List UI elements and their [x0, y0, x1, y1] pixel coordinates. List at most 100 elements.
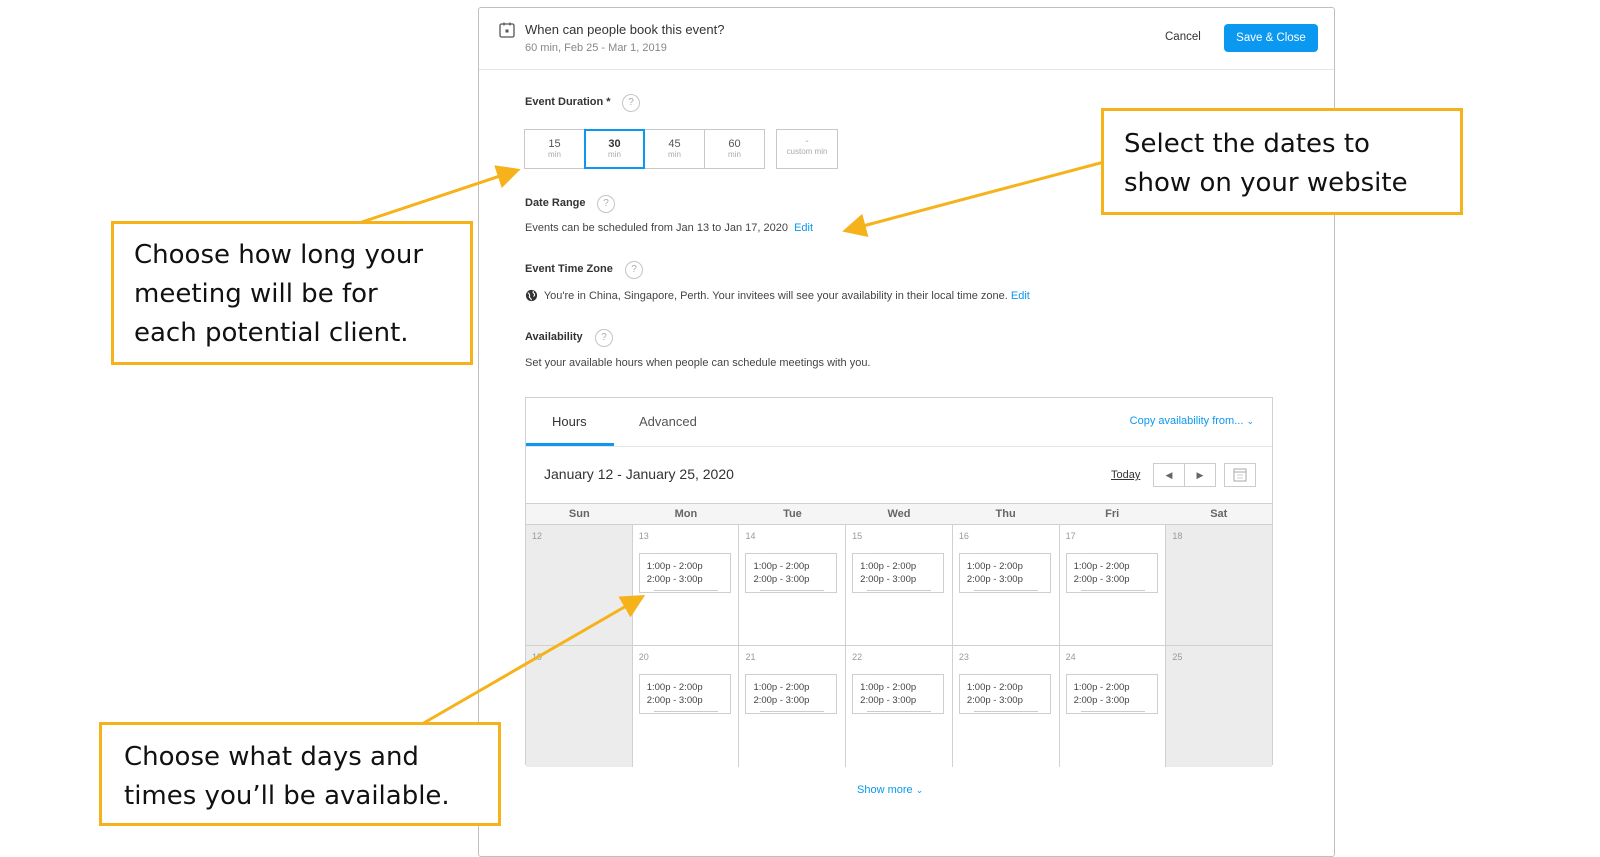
- calendar-range-title: January 12 - January 25, 2020: [544, 466, 734, 482]
- time-zone-label: Event Time Zone: [525, 263, 613, 275]
- time-slot-block[interactable]: 1:00p - 2:00p 2:00p - 3:00p: [1065, 674, 1158, 714]
- arrow-right-icon: [1086, 674, 1151, 675]
- date-range-text: Events can be scheduled from Jan 13 to J…: [525, 222, 788, 234]
- calendar-day[interactable]: 23 1:00p - 2:00p 2:00p - 3:00p: [952, 646, 1060, 767]
- arrow-right-icon: [873, 553, 938, 554]
- calendar-day[interactable]: 16 1:00p - 2:00p 2:00p - 3:00p: [952, 525, 1060, 645]
- date-range-help-icon[interactable]: ?: [597, 195, 615, 213]
- duration-option-45[interactable]: 45 min: [644, 129, 705, 169]
- chevron-down-icon: ⌄: [1246, 416, 1254, 426]
- duration-unit: min: [608, 150, 621, 159]
- duration-custom-input[interactable]: - custom min: [776, 129, 838, 169]
- page-title: When can people book this event?: [525, 22, 725, 37]
- duration-option-30[interactable]: 30 min: [584, 129, 645, 169]
- calendar-day-unavailable[interactable]: 18: [1166, 525, 1273, 645]
- arrow-right-icon: [659, 553, 724, 554]
- time-slot-block[interactable]: 1:00p - 2:00p 2:00p - 3:00p: [958, 674, 1051, 714]
- save-close-button[interactable]: Save & Close: [1224, 24, 1318, 52]
- time-slot: 1:00p - 2:00p: [1073, 561, 1130, 572]
- calendar-day[interactable]: 24 1:00p - 2:00p 2:00p - 3:00p: [1059, 646, 1167, 767]
- today-button[interactable]: Today: [1111, 469, 1140, 481]
- availability-callout: Choose what days and times you’ll be ava…: [99, 722, 501, 826]
- calendar-grid: Sun Mon Tue Wed Thu Fri Sat 12 13 1:00p - …: [526, 503, 1273, 767]
- arrow-left-icon: [1080, 711, 1145, 712]
- duration-callout: Choose how long your meeting will be for…: [111, 221, 473, 365]
- duration-help-icon[interactable]: ?: [622, 94, 640, 112]
- calendar-day[interactable]: 13 1:00p - 2:00p 2:00p - 3:00p: [632, 525, 740, 645]
- calendar-day-unavailable[interactable]: 25: [1166, 646, 1273, 767]
- calendar-icon: [499, 22, 515, 38]
- availability-help-icon[interactable]: ?: [595, 329, 613, 347]
- date-range-edit-link[interactable]: Edit: [794, 222, 813, 234]
- time-slot-block[interactable]: 1:00p - 2:00p 2:00p - 3:00p: [745, 553, 838, 593]
- time-slot: 2:00p - 3:00p: [753, 574, 810, 585]
- time-zone-help-icon[interactable]: ?: [625, 261, 643, 279]
- callout-line: times you’ll be available.: [124, 781, 450, 811]
- duration-value: 45: [668, 138, 681, 150]
- arrow-left-icon: [867, 711, 932, 712]
- page-subtitle: 60 min, Feb 25 - Mar 1, 2019: [525, 42, 667, 54]
- time-slot: 2:00p - 3:00p: [1073, 574, 1130, 585]
- time-slot-block[interactable]: 1:00p - 2:00p 2:00p - 3:00p: [638, 674, 731, 714]
- custom-duration-unit: custom min: [786, 147, 828, 156]
- calendar-day[interactable]: 14 1:00p - 2:00p 2:00p - 3:00p: [739, 525, 847, 645]
- time-slot: 1:00p - 2:00p: [966, 682, 1023, 693]
- calendar-day[interactable]: 21 1:00p - 2:00p 2:00p - 3:00p: [739, 646, 847, 767]
- time-slot-block[interactable]: 1:00p - 2:00p 2:00p - 3:00p: [1065, 553, 1158, 593]
- calendar-day[interactable]: 22 1:00p - 2:00p 2:00p - 3:00p: [846, 646, 953, 767]
- calendar-tabs: Hours Advanced Copy availability from...…: [526, 398, 1272, 447]
- day-number: 24: [1065, 652, 1076, 662]
- arrow-left-icon: [867, 590, 932, 591]
- active-tab-indicator: [526, 443, 614, 446]
- time-slot-block[interactable]: 1:00p - 2:00p 2:00p - 3:00p: [852, 674, 945, 714]
- tab-hours[interactable]: Hours: [552, 414, 587, 429]
- next-arrow-icon[interactable]: ▶: [1184, 463, 1216, 487]
- chevron-down-icon: ⌄: [915, 785, 924, 795]
- time-slot-block[interactable]: 1:00p - 2:00p 2:00p - 3:00p: [638, 553, 731, 593]
- duration-unit: min: [668, 150, 681, 159]
- arrow-left-icon: [973, 711, 1038, 712]
- arrow-left-icon: [973, 590, 1038, 591]
- calendar-day[interactable]: 20 1:00p - 2:00p 2:00p - 3:00p: [632, 646, 740, 767]
- weekday-label: Sat: [1210, 508, 1228, 520]
- time-zone-edit-link[interactable]: Edit: [1011, 290, 1030, 302]
- arrow-left-icon: [760, 711, 825, 712]
- day-number: 19: [532, 652, 543, 662]
- calendar-picker-icon[interactable]: [1224, 463, 1256, 487]
- time-slot-block[interactable]: 1:00p - 2:00p 2:00p - 3:00p: [958, 553, 1051, 593]
- tab-advanced[interactable]: Advanced: [639, 414, 697, 429]
- prev-arrow-icon[interactable]: ◀: [1153, 463, 1185, 487]
- time-slot: 1:00p - 2:00p: [860, 682, 917, 693]
- duration-option-15[interactable]: 15 min: [524, 129, 585, 169]
- copy-availability-label: Copy availability from...: [1129, 415, 1244, 427]
- show-more-button[interactable]: Show more ⌄: [857, 784, 923, 796]
- arrow-right-icon: [1086, 553, 1151, 554]
- calendar-day-unavailable[interactable]: 19: [526, 646, 633, 767]
- arrow-right-icon: [766, 553, 831, 554]
- duration-option-60[interactable]: 60 min: [704, 129, 765, 169]
- callout-line: show on your website: [1124, 168, 1408, 198]
- day-number: 15: [852, 531, 863, 541]
- arrow-left-icon: [653, 711, 718, 712]
- time-slot: 2:00p - 3:00p: [646, 695, 703, 706]
- time-slot: 2:00p - 3:00p: [966, 574, 1023, 585]
- calendar-day[interactable]: 17 1:00p - 2:00p 2:00p - 3:00p: [1059, 525, 1167, 645]
- time-slot: 2:00p - 3:00p: [860, 695, 917, 706]
- day-number: 25: [1172, 652, 1183, 662]
- day-number: 16: [958, 531, 969, 541]
- day-number: 13: [638, 531, 649, 541]
- arrow-right-icon: [659, 674, 724, 675]
- availability-label: Availability: [525, 331, 583, 343]
- callout-line: Choose what days and: [124, 742, 419, 772]
- time-slot-block[interactable]: 1:00p - 2:00p 2:00p - 3:00p: [852, 553, 945, 593]
- calendar-day-unavailable[interactable]: 12: [526, 525, 633, 645]
- time-slot-block[interactable]: 1:00p - 2:00p 2:00p - 3:00p: [745, 674, 838, 714]
- calendar-day[interactable]: 15 1:00p - 2:00p 2:00p - 3:00p: [846, 525, 953, 645]
- globe-icon: [525, 289, 538, 302]
- time-slot: 1:00p - 2:00p: [753, 561, 810, 572]
- copy-availability-dropdown[interactable]: Copy availability from... ⌄: [1130, 415, 1254, 427]
- arrow-left-icon: [760, 590, 825, 591]
- time-slot: 1:00p - 2:00p: [646, 682, 703, 693]
- weekday-label: Tue: [783, 508, 802, 520]
- cancel-button[interactable]: Cancel: [1165, 31, 1201, 43]
